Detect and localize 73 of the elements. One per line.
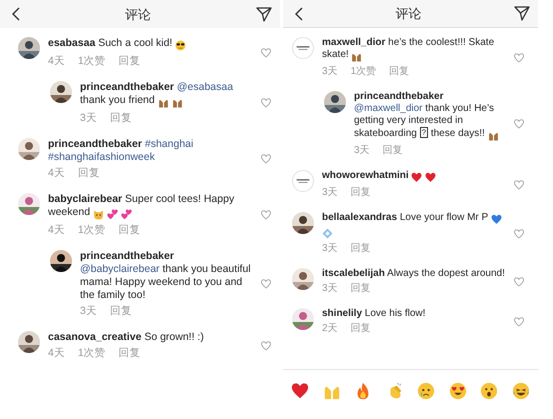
- like-icon[interactable]: [261, 154, 271, 164]
- comment-time: 3天: [322, 66, 338, 78]
- comment-time: 4天: [48, 55, 65, 68]
- send-icon[interactable]: [256, 6, 272, 22]
- like-icon[interactable]: [514, 316, 524, 326]
- mention-link[interactable]: @babyclairebear: [80, 263, 160, 275]
- comment-time: 3天: [80, 112, 97, 125]
- hashtag-link[interactable]: #shanghaifashionweek: [48, 151, 155, 163]
- heart-icon: [490, 214, 502, 226]
- comment-text: princeandthebaker @babyclairebear thank you beautiful mama! Happy weekend to you and the family too!: [80, 250, 252, 302]
- hashtag-link[interactable]: #shanghai: [144, 138, 194, 150]
- avatar-logo[interactable]: [292, 170, 314, 192]
- comment-time: 4天: [48, 224, 65, 237]
- comment-time: 3天: [322, 243, 338, 255]
- like-icon[interactable]: [261, 48, 271, 58]
- surprised-face-icon[interactable]: [480, 382, 498, 400]
- comment-time: 3天: [322, 283, 338, 295]
- crying-face-icon[interactable]: [417, 382, 436, 400]
- username-link[interactable]: maxwell_dior: [322, 37, 386, 48]
- heart-eyes-face-icon[interactable]: [448, 382, 467, 400]
- username-link[interactable]: whoworewhatmini: [322, 170, 409, 181]
- comment-text: bellaalexandras Love your flow Mr P: [322, 212, 506, 240]
- page-title: 评论: [125, 8, 151, 20]
- avatar-logo[interactable]: [292, 37, 314, 59]
- laughing-face-icon[interactable]: [512, 382, 530, 400]
- heart-icon: [425, 172, 436, 184]
- username-link[interactable]: shinelily: [322, 308, 362, 319]
- username-link[interactable]: princeandthebaker: [80, 81, 174, 93]
- back-icon[interactable]: [12, 7, 20, 21]
- like-icon[interactable]: [514, 180, 524, 190]
- diamond-icon: [322, 228, 333, 240]
- heart-icon[interactable]: [291, 382, 309, 400]
- comment-time: 3天: [354, 145, 370, 157]
- comment-time: 3天: [80, 305, 97, 318]
- comment-time: 2天: [322, 323, 338, 335]
- comment-text: maxwell_dior he’s the coolest!!! Skate skate!: [322, 37, 506, 63]
- like-icon[interactable]: [261, 279, 271, 289]
- comment-time: 4天: [48, 347, 65, 360]
- cat-face-icon: [92, 208, 104, 221]
- hearts-icon: [106, 208, 118, 221]
- like-icon[interactable]: [514, 119, 524, 129]
- comment-text: esabasaa Such a cool kid!: [48, 37, 253, 52]
- mention-link[interactable]: @maxwell_dior: [354, 103, 423, 114]
- comment-text: princeandthebaker @maxwell_dior thank you! He’s getting very interested in skateboarding ? these days!!: [354, 91, 506, 142]
- comment-text: princeandthebaker @esabasaa thank you friend: [80, 81, 253, 109]
- comment-text: shinelily Love his flow!: [322, 308, 426, 320]
- username-link[interactable]: casanova_creative: [48, 331, 142, 343]
- like-icon[interactable]: [261, 98, 271, 108]
- hearts-icon: [120, 208, 132, 221]
- username-link[interactable]: princeandthebaker: [80, 250, 174, 262]
- username-link[interactable]: princeandthebaker: [354, 91, 444, 102]
- like-icon[interactable]: [514, 276, 524, 286]
- send-icon[interactable]: [514, 6, 530, 21]
- like-icon[interactable]: [261, 210, 271, 220]
- back-icon[interactable]: [295, 6, 303, 20]
- comment-text: itscalebelijah Always the dopest around!: [322, 268, 506, 280]
- missing-glyph: ?: [420, 127, 428, 138]
- username-link[interactable]: esabasaa: [48, 37, 96, 49]
- mention-link[interactable]: @esabasaa: [176, 81, 234, 93]
- comment-time: 4天: [48, 167, 65, 180]
- comment-text: casanova_creative So grown!! :): [48, 331, 205, 344]
- like-icon[interactable]: [514, 52, 524, 62]
- like-icon[interactable]: [514, 228, 524, 238]
- username-link[interactable]: itscalebelijah: [322, 268, 385, 279]
- comment-time: 3天: [322, 187, 338, 199]
- comment-text: babyclairebear Super cool tees! Happy weekend: [48, 193, 253, 221]
- username-link[interactable]: babyclairebear: [48, 193, 122, 205]
- username-link[interactable]: bellaalexandras: [322, 212, 398, 223]
- like-icon[interactable]: [261, 340, 271, 350]
- username-link[interactable]: princeandthebaker: [48, 138, 142, 150]
- sunglasses-face-icon: [175, 39, 186, 52]
- heart-icon: [411, 172, 422, 184]
- page-title: 评论: [396, 8, 422, 20]
